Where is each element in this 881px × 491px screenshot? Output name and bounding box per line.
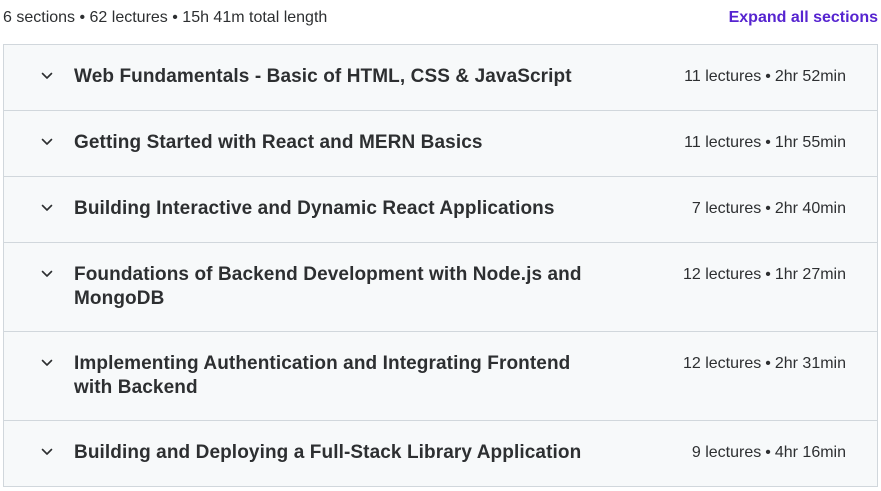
chevron-down-icon[interactable] [40, 356, 54, 370]
section-duration: 2hr 31min [774, 355, 846, 372]
section-meta: 12 lectures • 2hr 31min [683, 353, 846, 375]
chevron-down-icon[interactable] [40, 445, 54, 459]
section-item-authentication[interactable]: Implementing Authentication and Integrat… [4, 332, 877, 421]
chevron-down-icon[interactable] [40, 267, 54, 281]
section-duration: 1hr 55min [774, 134, 846, 151]
section-lecture-count: 12 lectures [682, 355, 762, 372]
meta-separator: • [765, 444, 771, 461]
section-list: Web Fundamentals - Basic of HTML, CSS & … [3, 44, 878, 487]
section-item-web-fundamentals[interactable]: Web Fundamentals - Basic of HTML, CSS & … [4, 45, 877, 111]
section-duration: 4hr 16min [774, 444, 846, 461]
chevron-down-icon[interactable] [40, 135, 54, 149]
section-item-backend-foundations[interactable]: Foundations of Backend Development with … [4, 243, 877, 332]
expand-all-sections-button[interactable]: Expand all sections [729, 8, 878, 28]
meta-separator: • [765, 68, 771, 85]
section-lecture-count: 7 lectures [691, 200, 762, 217]
section-meta: 11 lectures • 2hr 52min [684, 66, 846, 88]
section-title: Implementing Authentication and Integrat… [74, 353, 571, 398]
section-title: Getting Started with React and MERN Basi… [74, 132, 483, 153]
section-meta: 11 lectures • 1hr 55min [684, 132, 846, 154]
section-duration: 2hr 40min [774, 200, 846, 217]
section-title: Foundations of Backend Development with … [74, 264, 582, 309]
section-title: Building and Deploying a Full-Stack Libr… [74, 442, 582, 463]
section-duration: 1hr 27min [774, 266, 846, 283]
section-item-interactive-react[interactable]: Building Interactive and Dynamic React A… [4, 177, 877, 243]
section-item-full-stack-library[interactable]: Building and Deploying a Full-Stack Libr… [4, 421, 877, 487]
section-duration: 2hr 52min [774, 68, 846, 85]
meta-separator: • [765, 200, 771, 217]
chevron-down-icon[interactable] [40, 201, 54, 215]
meta-separator: • [765, 134, 771, 151]
section-lecture-count: 9 lectures [691, 444, 762, 461]
section-lecture-count: 12 lectures [682, 266, 762, 283]
section-meta: 9 lectures • 4hr 16min [692, 442, 846, 464]
section-item-react-mern-basics[interactable]: Getting Started with React and MERN Basi… [4, 111, 877, 177]
section-lecture-count: 11 lectures [684, 134, 762, 151]
course-curriculum: 6 sections • 62 lectures • 15h 41m total… [0, 0, 881, 491]
section-lecture-count: 11 lectures [684, 68, 762, 85]
meta-separator: • [765, 266, 771, 283]
section-title: Web Fundamentals - Basic of HTML, CSS & … [74, 66, 572, 87]
section-title: Building Interactive and Dynamic React A… [74, 198, 555, 219]
curriculum-summary: 6 sections • 62 lectures • 15h 41m total… [3, 9, 328, 26]
chevron-down-icon[interactable] [40, 69, 54, 83]
meta-separator: • [765, 355, 771, 372]
section-meta: 12 lectures • 1hr 27min [683, 264, 846, 286]
curriculum-summary-bar: 6 sections • 62 lectures • 15h 41m total… [0, 0, 881, 36]
section-meta: 7 lectures • 2hr 40min [692, 198, 846, 220]
